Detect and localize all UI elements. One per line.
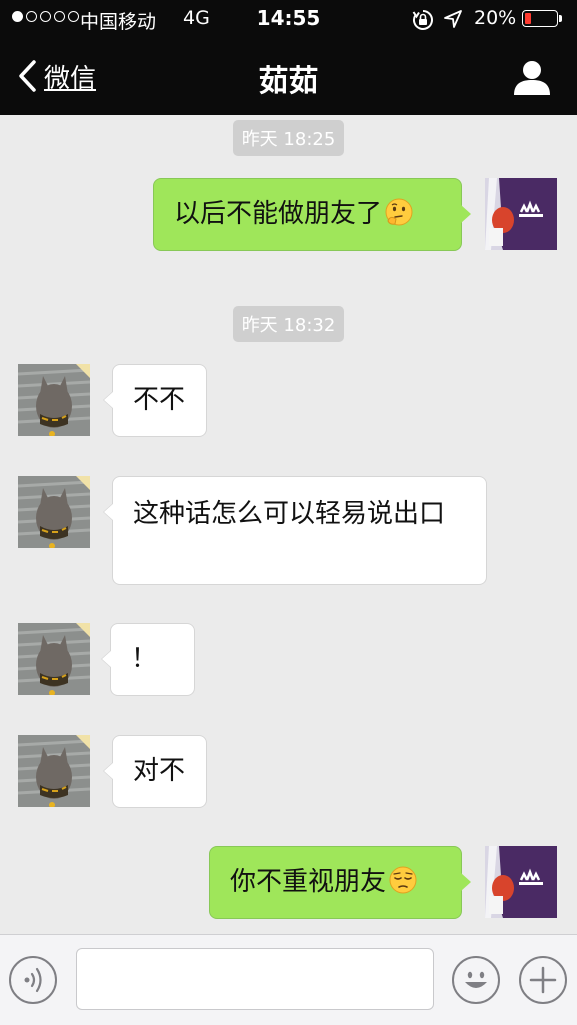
emoji-button[interactable] xyxy=(452,956,500,1004)
avatar-image xyxy=(485,178,557,250)
timestamp-label: 昨天 18:25 xyxy=(0,120,577,156)
chat-message-list[interactable]: 昨天 18:25 以后不能做朋友了 昨天 18:32 不不 这种话怎么可以轻易说… xyxy=(0,115,577,934)
battery-tip xyxy=(559,15,562,22)
message-text: 不不 xyxy=(133,385,186,415)
message-text: 以后不能做朋友了 xyxy=(174,199,383,229)
message-bubble-outgoing[interactable]: 以后不能做朋友了 xyxy=(153,178,471,251)
location-arrow-icon xyxy=(444,10,462,28)
person-icon[interactable] xyxy=(512,57,552,97)
battery-icon xyxy=(522,10,558,27)
pensive-face-emoji xyxy=(389,866,417,894)
message-text: 对不 xyxy=(133,756,186,786)
message-bubble-incoming[interactable]: ！ xyxy=(101,623,195,696)
battery-level-fill xyxy=(525,13,531,24)
avatar-contact[interactable] xyxy=(18,623,90,695)
plus-icon xyxy=(529,966,557,994)
chat-title: 茹茹 xyxy=(258,64,319,99)
message-bubble-incoming[interactable]: 对不 xyxy=(103,735,207,808)
avatar-image xyxy=(18,476,90,548)
thinking-face-emoji xyxy=(385,198,413,226)
message-text: ！ xyxy=(131,644,158,674)
avatar-image xyxy=(485,846,557,918)
avatar-image xyxy=(18,364,90,436)
avatar-me[interactable] xyxy=(485,846,557,918)
voice-button[interactable] xyxy=(9,956,57,1004)
message-bubble-outgoing[interactable]: 你不重视朋友 xyxy=(209,846,471,919)
avatar-contact[interactable] xyxy=(18,735,90,807)
avatar-image xyxy=(18,735,90,807)
add-button[interactable] xyxy=(519,956,567,1004)
battery-percent: 20% xyxy=(474,7,517,29)
voice-icon xyxy=(24,967,42,993)
avatar-image xyxy=(18,623,90,695)
nav-bar: 微信 茹茹 xyxy=(0,38,577,115)
input-bar xyxy=(0,934,577,1025)
smiley-icon xyxy=(465,971,487,988)
avatar-me[interactable] xyxy=(485,178,557,250)
avatar-contact[interactable] xyxy=(18,476,90,548)
message-bubble-incoming[interactable]: 不不 xyxy=(103,364,207,437)
avatar-contact[interactable] xyxy=(18,364,90,436)
message-bubble-incoming[interactable]: 这种话怎么可以轻易说出口 xyxy=(103,476,487,585)
status-bar: 中国移动 4G 14:55 20% xyxy=(0,0,577,38)
message-input[interactable] xyxy=(76,948,434,1010)
message-text: 这种话怎么可以轻易说出口 xyxy=(133,499,446,529)
timestamp-label: 昨天 18:32 xyxy=(0,306,577,342)
orientation-lock-icon xyxy=(412,10,433,30)
message-text: 你不重视朋友 xyxy=(230,867,387,897)
